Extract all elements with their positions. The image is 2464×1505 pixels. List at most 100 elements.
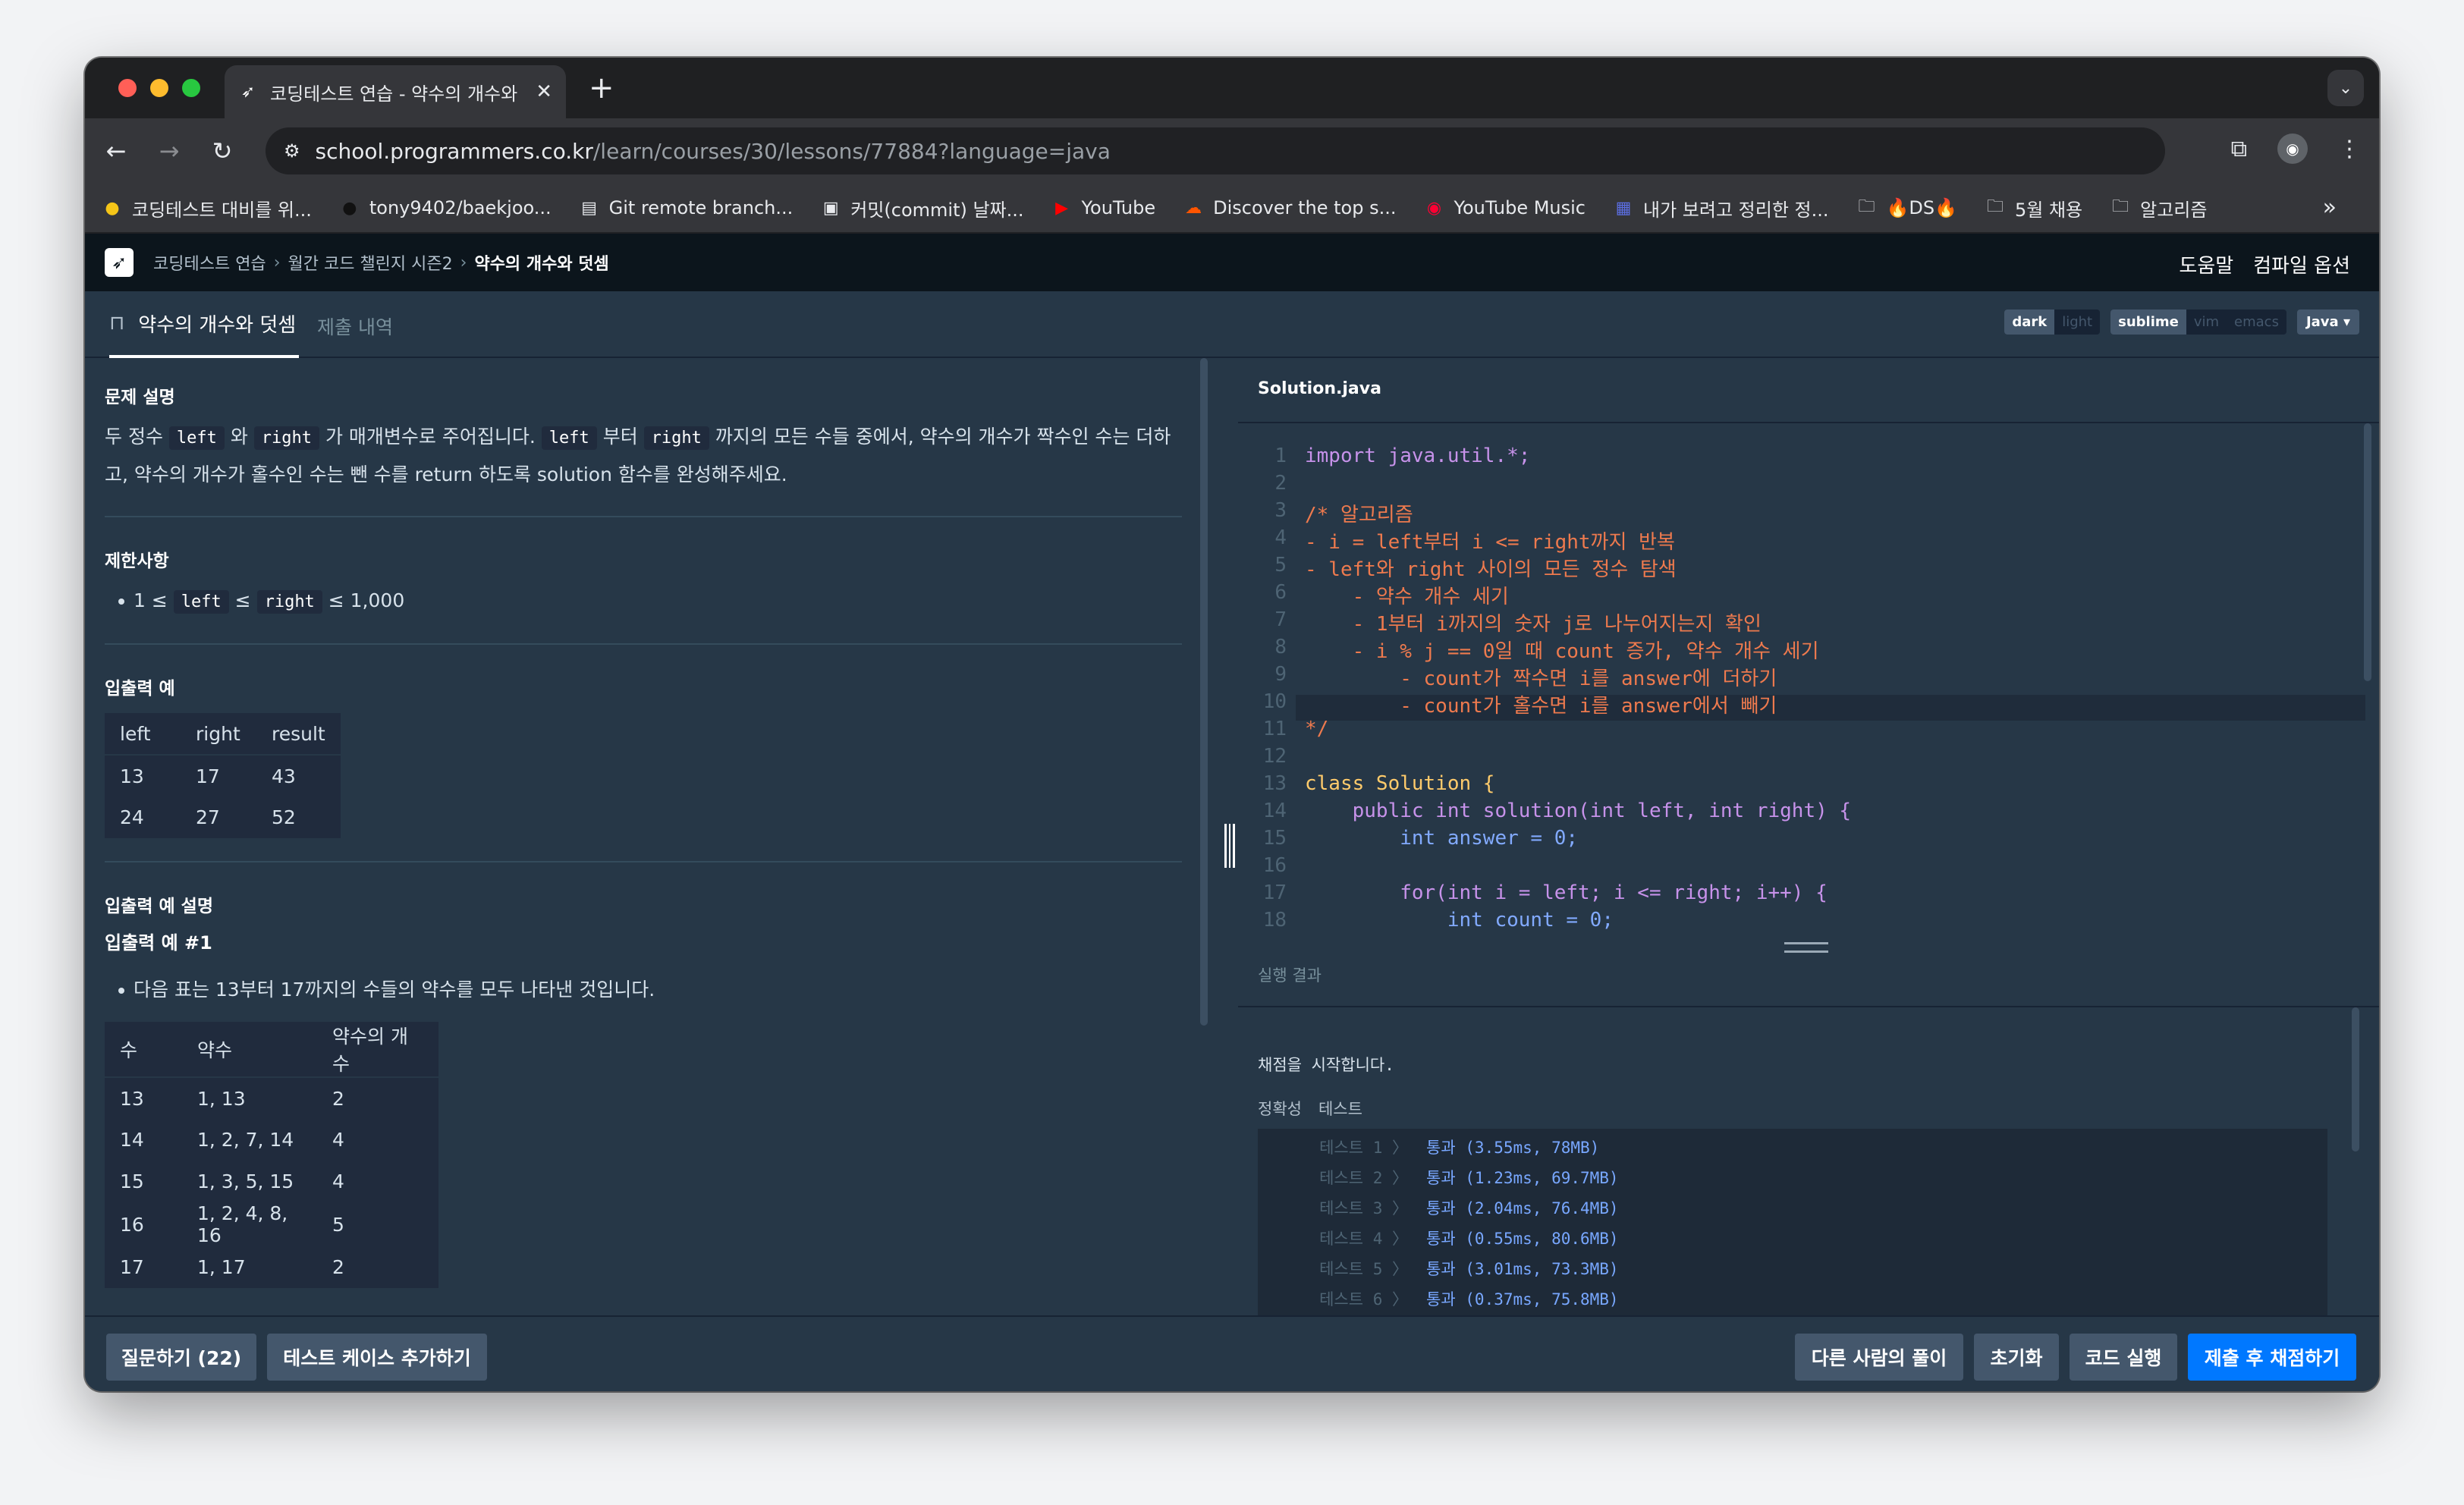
breadcrumb-item[interactable]: 월간 코드 챌린지 시즌2 [288, 250, 453, 275]
keymap-sublime-option[interactable]: sublime [2110, 309, 2186, 335]
line-number: 5 [1274, 554, 1287, 577]
ask-question-button[interactable]: 질문하기 (22) [106, 1334, 256, 1381]
browser-window: ➶ 코딩테스트 연습 - 약수의 개수와 덧셈 | 프로그래머스 스쿨 ✕ + … [85, 58, 2379, 1391]
site-info-icon[interactable]: ⚙ [284, 140, 300, 162]
problem-scrollbar[interactable] [1200, 358, 1208, 1026]
minimize-window-button[interactable] [150, 79, 168, 97]
profile-avatar[interactable]: ◉ [2277, 134, 2308, 164]
run-code-button[interactable]: 코드 실행 [2070, 1334, 2177, 1381]
submit-button[interactable]: 제출 후 채점하기 [2188, 1334, 2356, 1381]
browser-toolbar: ← → ↻ ⚙ school.programmers.co.kr/learn/c… [85, 118, 2379, 1385]
bookmark-item[interactable]: ● 코딩테스트 대비를 위... [102, 195, 311, 222]
code-line: /* 알고리즘 [1305, 504, 1413, 526]
code-line: - count가 짝수면 i를 answer에 더하기 [1305, 668, 1777, 690]
new-tab-button[interactable]: + [589, 71, 614, 105]
file-tab[interactable]: Solution.java [1238, 358, 2379, 423]
code-line: int count = 0; [1305, 909, 1614, 932]
section-title: 입출력 예 [105, 679, 175, 699]
panel-resize-handle[interactable] [1224, 824, 1235, 868]
code-line: - count가 홀수면 i를 answer에서 빼기 [1305, 695, 1777, 718]
back-icon[interactable]: ← [90, 137, 143, 165]
grading-start-text: 채점을 시작합니다. [1258, 1056, 1394, 1074]
keymap-vim-option[interactable]: vim [2186, 309, 2227, 335]
code-line: for(int i = left; i <= right; i++) { [1305, 881, 1828, 904]
example-bullet: 다음 표는 13부터 17까지의 수들의 약수를 모두 나타낸 것입니다. [105, 972, 1188, 1008]
editor-scrollbar[interactable] [2364, 423, 2371, 681]
add-test-case-button[interactable]: 테스트 케이스 추가하기 [267, 1334, 487, 1381]
section-title: 입출력 예 설명 [105, 897, 213, 916]
code-line: - 1부터 i까지의 숫자 j로 나누어지는지 확인 [1305, 613, 1762, 636]
test-result-row: 테스트 5 〉 통과 (3.01ms, 73.3MB) [1319, 1260, 1619, 1278]
compile-options-link[interactable]: 컴파일 옵션 [2253, 250, 2350, 278]
code-line: - left와 right 사이의 모든 정수 탐색 [1305, 558, 1677, 581]
bookmark-item[interactable]: ● tony9402/baekjoo... [339, 197, 551, 218]
bookmarks-bar: ● 코딩테스트 대비를 위... ● tony9402/baekjoo... ▤ Gi… [85, 184, 2379, 234]
results-panel: 채점을 시작합니다. 정확성 테스트 테스트 1 〉 통과 (3.55ms, 78M… [1238, 1007, 2379, 1317]
more-bookmarks-icon[interactable]: » [2323, 194, 2337, 221]
close-window-button[interactable] [118, 79, 137, 97]
line-number: 7 [1274, 608, 1287, 631]
test-results-list: 테스트 1 〉 통과 (3.55ms, 78MB) 테스트 2 〉 통과 (1.23… [1258, 1129, 2327, 1317]
extensions-icon[interactable]: ⧉ [2231, 136, 2247, 162]
table-row: 24 27 52 [120, 806, 296, 828]
help-link[interactable]: 도움말 [2179, 250, 2233, 278]
bookmark-item[interactable]: ▤ Git remote branch... [579, 197, 793, 218]
forward-icon[interactable]: → [143, 137, 196, 165]
menu-kebab-icon[interactable]: ⋮ [2338, 136, 2361, 162]
action-footer: 질문하기 (22) 테스트 케이스 추가하기 다른 사람의 풀이 초기화 코드 … [85, 1315, 2379, 1391]
table-header-row: 수 약수 약수의 개수 [105, 1022, 438, 1078]
keymap-emacs-option[interactable]: emacs [2227, 309, 2286, 335]
language-select[interactable]: Java ▾ [2296, 309, 2359, 335]
line-number: 1 [1274, 445, 1287, 467]
others-solutions-button[interactable]: 다른 사람의 풀이 [1795, 1334, 1963, 1381]
line-number: 4 [1274, 526, 1287, 549]
close-tab-icon[interactable]: ✕ [536, 80, 552, 103]
bookmark-item[interactable]: ◉ YouTube Music [1423, 197, 1586, 218]
address-bar[interactable]: ⚙ school.programmers.co.kr/learn/courses… [266, 127, 2379, 1385]
line-number: 13 [1262, 772, 1287, 795]
reset-button[interactable]: 초기화 [1974, 1334, 2059, 1381]
maximize-window-button[interactable] [182, 79, 200, 97]
code-editor[interactable]: 1 2 3 4 5 6 7 8 9 10 11 12 13 14 15 16 1… [1238, 423, 2379, 939]
table-row: 13 1, 13 2 [120, 1087, 344, 1110]
bookmark-folder[interactable]: 🗀 🔥DS🔥 [1856, 197, 1957, 218]
divider [105, 643, 1182, 645]
folder-icon: 🗀 [1986, 197, 2004, 216]
chevron-right-icon: › [273, 253, 281, 272]
bookmark-item[interactable]: ▶ YouTube [1051, 197, 1155, 218]
tab-strip: ➶ 코딩테스트 연습 - 약수의 개수와 덧셈 | 프로그래머스 스쿨 ✕ + … [85, 58, 2379, 118]
results-scrollbar[interactable] [2352, 1007, 2359, 1152]
theme-light-option[interactable]: light [2054, 309, 2100, 335]
table-row: 17 1, 17 2 [120, 1256, 344, 1278]
theme-dark-option[interactable]: dark [2004, 309, 2055, 335]
bookmark-folder[interactable]: 🗀 5월 채용 [1985, 195, 2082, 222]
code-line: public int solution(int left, int right)… [1305, 800, 1852, 822]
divider [105, 516, 1182, 517]
code-line: import java.util.*; [1305, 445, 1531, 467]
bookmark-folder[interactable]: 🗀 알고리즘 [2110, 195, 2207, 222]
tab-title: 코딩테스트 연습 - 약수의 개수와 덧셈 | 프로그래머스 스쿨 [270, 83, 523, 105]
folder-icon: 🗀 [2112, 197, 2129, 216]
divisor-table: 수 약수 약수의 개수 13 1, 13 2 14 1, 2, 7, 14 4 15 1,… [105, 1022, 438, 1288]
tab-submissions[interactable]: 제출 내역 [317, 313, 393, 340]
keymap-toggle: sublime vim emacs [2110, 309, 2286, 335]
test-result-row: 테스트 3 〉 통과 (2.04ms, 76.4MB) [1319, 1199, 1619, 1218]
breadcrumb-item[interactable]: 코딩테스트 연습 [153, 250, 266, 275]
tab-problem[interactable]: ⊓ 약수의 개수와 덧셈 [109, 291, 299, 358]
reload-icon[interactable]: ↻ [196, 137, 249, 165]
line-number: 17 [1262, 881, 1287, 904]
section-title: 제한사항 [105, 551, 169, 571]
vertical-resize-handle[interactable] [1784, 942, 1828, 953]
bookmark-item[interactable]: ▣ 커밋(commit) 날짜... [820, 195, 1024, 222]
programmers-logo-icon[interactable]: ➶ [105, 248, 134, 277]
bookmark-icon[interactable]: ⊓ [109, 312, 124, 335]
constraint-item: 1 ≤ left ≤ right ≤ 1,000 [105, 583, 1188, 621]
bookmark-item[interactable]: ▦ 내가 보려고 정리한 정... [1613, 195, 1829, 222]
line-number: 2 [1274, 472, 1287, 495]
folder-icon: 🗀 [1858, 197, 1875, 216]
bookmark-item[interactable]: ☁ Discover the top s... [1183, 197, 1396, 218]
browser-tab[interactable]: ➶ 코딩테스트 연습 - 약수의 개수와 덧셈 | 프로그래머스 스쿨 ✕ [225, 65, 566, 118]
youtube-icon: ▶ [1055, 198, 1068, 218]
tab-search-button[interactable]: ⌄ [2327, 70, 2364, 106]
page-icon: ▦ [1615, 198, 1632, 218]
